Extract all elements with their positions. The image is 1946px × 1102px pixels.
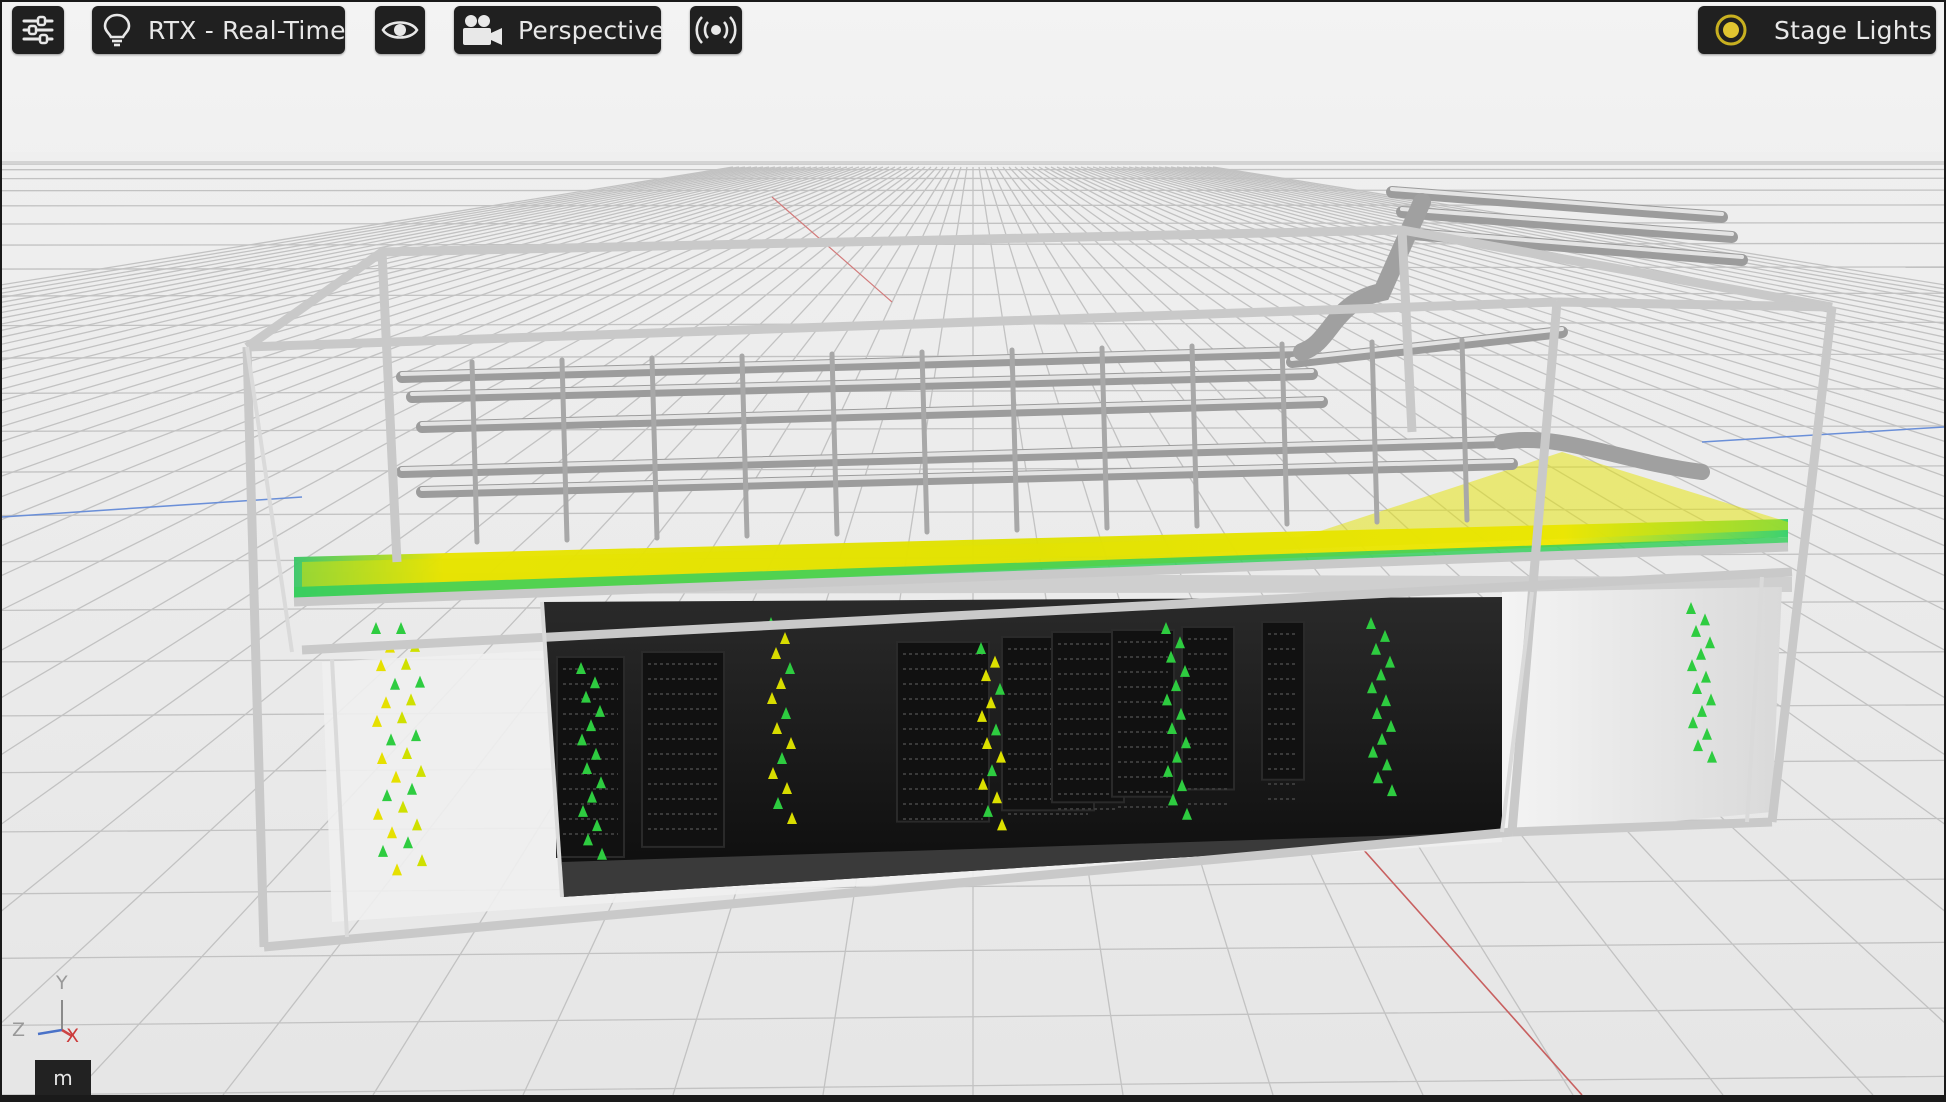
stage-lights-button[interactable]: Stage Lights (1698, 6, 1936, 54)
eye-icon (381, 17, 419, 43)
scene-render (2, 152, 1944, 1095)
axis-gizmo: Y Z X (8, 962, 98, 1052)
3d-viewport[interactable]: RTX - Real-Time Perspective Stage Lights… (2, 2, 1944, 1095)
camera-label: Perspective (518, 15, 665, 45)
x-axis-label: X (66, 1025, 80, 1047)
visibility-button[interactable] (375, 6, 425, 54)
end-panel (1502, 587, 1782, 837)
lightbulb-icon (102, 12, 132, 48)
y-axis-label: Y (56, 972, 68, 994)
settings-button[interactable] (12, 6, 64, 54)
stage-lights-label: Stage Lights (1774, 15, 1933, 45)
units-badge[interactable]: m (35, 1060, 91, 1095)
movie-camera-icon (460, 13, 504, 47)
audio-button[interactable] (690, 6, 742, 54)
render-mode-button[interactable]: RTX - Real-Time (92, 6, 345, 54)
sliders-icon (21, 15, 55, 45)
sun-icon (1712, 11, 1750, 49)
z-axis-label: Z (12, 1019, 26, 1041)
broadcast-icon (695, 15, 737, 45)
render-mode-label: RTX - Real-Time (148, 15, 346, 45)
camera-button[interactable]: Perspective (454, 6, 665, 54)
